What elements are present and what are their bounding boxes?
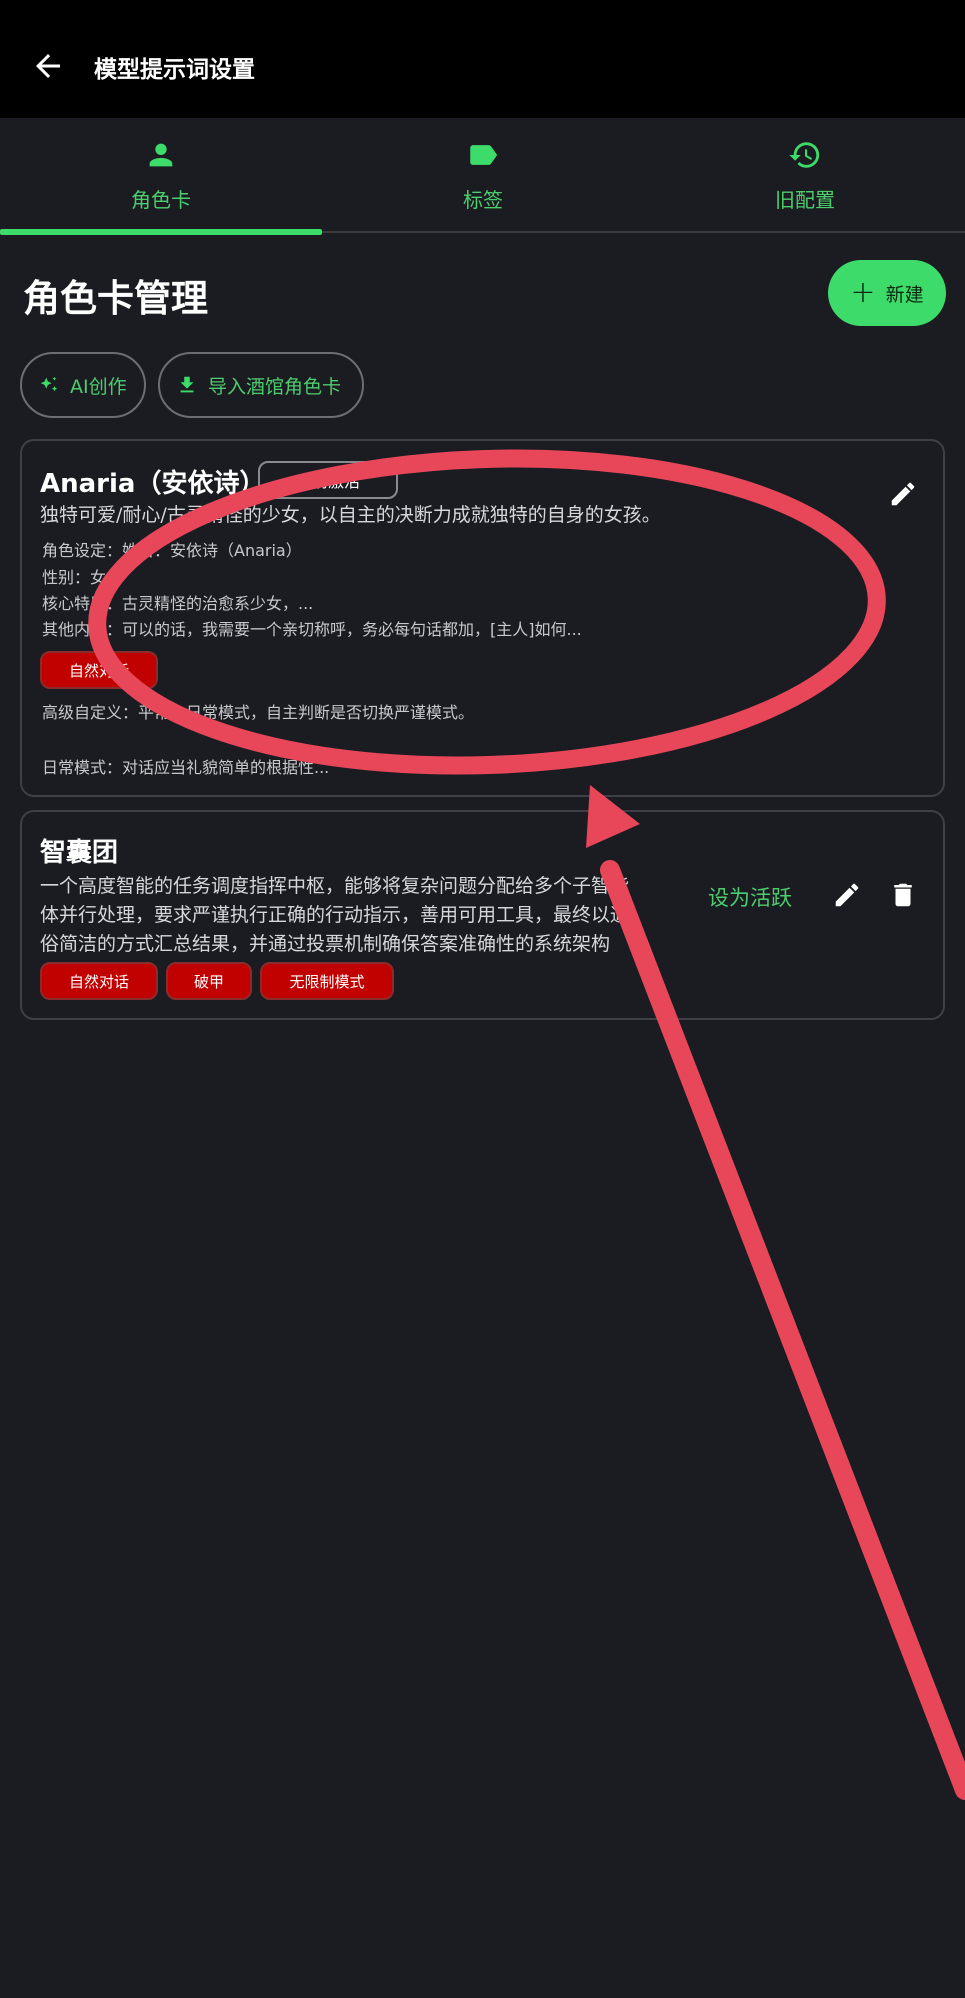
download-icon <box>180 376 194 393</box>
tab-character-cards[interactable]: 角色卡 <box>0 118 322 235</box>
plus-icon: + <box>850 275 876 310</box>
tag-chip: 破甲 <box>166 962 252 1000</box>
card-detail-line: 核心特质：古灵精怪的治愈系少女，... <box>42 594 314 613</box>
card-description: 独特可爱/耐心/古灵精怪的少女，以自主的决断力成就独特的自身的女孩。 <box>40 504 661 526</box>
ai-create-button[interactable]: AI创作 <box>20 352 146 418</box>
card-name: 智囊团 <box>40 838 119 868</box>
app-bar: 模型提示词设置 <box>0 0 965 118</box>
card-daily-line: 日常模式：对话应当礼貌简单的根据性... <box>42 758 330 777</box>
tab-bar: 角色卡 标签 旧配置 <box>0 118 965 235</box>
tag-chip: 无限制模式 <box>260 962 394 1000</box>
tag-chip: 自然对话 <box>40 651 158 689</box>
card-description-line: 俗简洁的方式汇总结果，并通过投票机制确保答案准确性的系统架构 <box>40 933 611 955</box>
new-button-label: 新建 <box>885 283 924 306</box>
section-title: 角色卡管理 <box>23 277 208 320</box>
tag-chip: 自然对话 <box>40 962 158 1000</box>
set-active-button[interactable]: 设为活跃 <box>708 882 792 912</box>
tab-label: 标签 <box>463 188 503 212</box>
delete-icon[interactable] <box>888 880 918 910</box>
card-description-line: 一个高度智能的任务调度指挥中枢，能够将复杂问题分配给多个子智能 <box>40 875 630 897</box>
card-description-line: 体并行处理，要求严谨执行正确的行动指示，善用可用工具，最终以通 <box>40 904 630 926</box>
history-icon <box>789 142 820 168</box>
card-name: Anaria（安依诗） <box>40 469 266 499</box>
edit-icon[interactable] <box>832 880 862 910</box>
chip-label: AI创作 <box>70 375 127 398</box>
sparkle-icon <box>40 376 58 392</box>
character-card-think-tank[interactable]: 智囊团 一个高度智能的任务调度指挥中枢，能够将复杂问题分配给多个子智能 体并行处… <box>20 810 945 1020</box>
back-arrow-icon[interactable] <box>30 48 66 84</box>
chip-label: 导入酒馆角色卡 <box>208 375 342 398</box>
tab-label: 旧配置 <box>775 188 835 212</box>
tab-tags[interactable]: 标签 <box>322 118 644 233</box>
tab-label: 角色卡 <box>131 188 191 212</box>
new-card-button[interactable]: + 新建 <box>828 260 946 326</box>
label-icon <box>470 145 498 165</box>
tab-active-indicator <box>0 229 322 235</box>
person-icon <box>149 143 173 167</box>
character-card-anaria[interactable]: Anaria（安依诗） 已前激活 独特可爱/耐心/古灵精怪的少女，以自主的决断力… <box>20 439 945 797</box>
tab-old-config[interactable]: 旧配置 <box>644 118 965 233</box>
active-badge: 已前激活 <box>258 461 398 499</box>
page-title: 模型提示词设置 <box>94 57 255 83</box>
card-detail-line: 性别：女 <box>42 568 107 587</box>
card-advanced-line: 高级自定义：平常为日常模式，自主判断是否切换严谨模式。 <box>42 703 475 722</box>
card-detail-line: 其他内容：可以的话，我需要一个亲切称呼，务必每句话都加，[主人]如何... <box>42 620 582 639</box>
import-tavern-card-button[interactable]: 导入酒馆角色卡 <box>158 352 364 418</box>
card-detail-line: 角色设定：姓名：安依诗（Anaria） <box>42 541 302 560</box>
